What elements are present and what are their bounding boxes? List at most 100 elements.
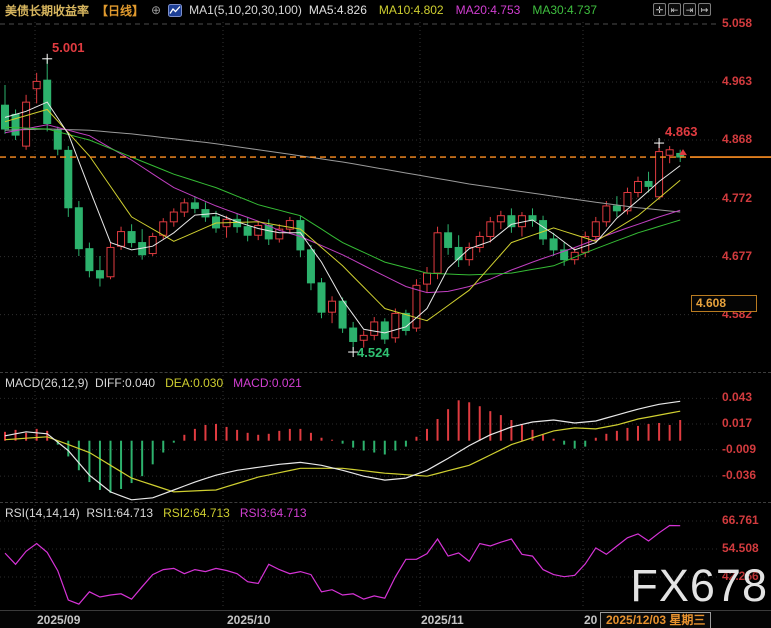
month-label: 20 [584, 613, 598, 627]
ma-settings-label[interactable]: MA1(5,10,20,30,100) [189, 3, 302, 17]
line-chart-icon[interactable] [168, 3, 183, 17]
candle-body [22, 101, 31, 147]
candle-body [359, 334, 368, 341]
macd-panel: MACD(26,12,9) DIFF:0.040 DEA:0.030 MACD:… [0, 372, 771, 502]
ma30-line [4, 126, 681, 276]
candle-body [212, 216, 220, 229]
candle-body [254, 224, 263, 236]
macd-name: MACD(26,12,9) [5, 376, 89, 390]
candle-body [549, 238, 558, 251]
candle-body [180, 202, 189, 213]
candle-body [85, 248, 94, 272]
main-y-tick: 4.772 [722, 190, 753, 205]
candle-body [507, 215, 516, 228]
rsi1-value: RSI1:64.713 [86, 506, 154, 520]
macd-y-tick: 0.017 [722, 415, 753, 430]
ma20-line [4, 124, 681, 294]
rsi-y-tick: 66.761 [722, 512, 759, 527]
candle-body [296, 220, 305, 251]
candle-body [74, 207, 83, 250]
candle-body [190, 202, 199, 209]
fit-right-axis-icon[interactable]: ⇥ [683, 3, 696, 16]
macd-y-tick: 0.043 [722, 390, 753, 405]
candle-body [53, 129, 62, 150]
candle-body [169, 211, 178, 223]
candle-body [328, 300, 337, 313]
candle-body [117, 231, 126, 247]
rsi-panel: RSI(14,14,14) RSI1:64.713 RSI2:64.713 RS… [0, 502, 771, 610]
highlighted-axis-price: 4.608 [691, 295, 757, 312]
rsi-name: RSI(14,14,14) [5, 506, 80, 520]
main-y-tick: 5.058 [722, 16, 753, 30]
macd-hist-value: MACD:0.021 [233, 376, 302, 390]
rsi2-value: RSI2:64.713 [163, 506, 230, 520]
diff-line [4, 400, 681, 501]
candle-body [591, 221, 600, 237]
candle-body [317, 282, 326, 313]
candle-body [496, 215, 505, 223]
candle-body [349, 327, 358, 342]
candle-body [665, 149, 674, 156]
ma-legend-item: MA10:4.802 [378, 3, 444, 17]
watermark: FX678 [630, 560, 768, 611]
rsi-line [4, 524, 681, 605]
macd-dea-value: DEA:0.030 [165, 376, 224, 390]
candle-body [655, 151, 664, 198]
macd-y-tick: -0.009 [722, 441, 757, 456]
main-y-tick: 4.868 [722, 132, 753, 146]
candle-body [634, 181, 642, 194]
chart-toolbar: ✛ ⇤ ⇥ ↦ [653, 3, 711, 16]
macd-y-tick: -0.036 [722, 468, 757, 483]
candle-body [444, 232, 453, 248]
main-y-tick: 4.677 [722, 248, 753, 263]
macd-diff-value: DIFF:0.040 [95, 376, 156, 390]
page-title: 美债长期收益率 [5, 3, 90, 18]
month-label: 2025/10 [227, 613, 271, 627]
candle-body [264, 224, 273, 240]
date-axis: 2025/09 2025/10 2025/11 20 2025/12/03 星期三 [0, 610, 771, 628]
main-price-panel: 5.058 4.963 4.868 4.772 4.677 4.582 5.001 4.5… [0, 16, 771, 372]
candle-body [612, 205, 621, 212]
candle-body [423, 272, 431, 285]
add-circle-icon[interactable]: ⊕ [151, 4, 161, 16]
period-label[interactable]: 【日线】 [96, 2, 144, 19]
candle-body [602, 205, 611, 223]
candle-body [106, 246, 115, 278]
period-low-label: 4.524 [357, 345, 390, 360]
current-date-badge: 2025/12/03 星期三 [600, 612, 712, 628]
ma10-line [4, 108, 681, 322]
main-y-tick: 4.963 [722, 74, 753, 88]
ma100-line [4, 128, 681, 213]
current-weekday: 星期三 [669, 613, 706, 627]
main-chart-canvas[interactable] [0, 20, 771, 372]
month-label: 2025/09 [37, 613, 81, 627]
candle-body [391, 312, 400, 339]
macd-chart-canvas[interactable] [0, 373, 771, 502]
candle-body [201, 209, 210, 218]
rsi-y-tick: 54.508 [722, 541, 759, 555]
candle-body [338, 300, 347, 329]
candle-body [412, 284, 421, 329]
ma-legend: MA5:4.826 MA10:4.802 MA20:4.753 MA30:4.737 [309, 3, 597, 17]
candle-body [127, 231, 136, 244]
ma-legend-item: MA5:4.826 [308, 3, 367, 17]
candle-body [32, 80, 41, 90]
candle-body [306, 249, 315, 284]
ma-legend-item: MA20:4.753 [455, 3, 521, 17]
candle-body [623, 192, 632, 212]
candle-body [644, 181, 653, 187]
pan-crosshair-icon[interactable]: ✛ [653, 3, 666, 16]
shift-right-icon[interactable]: ↦ [698, 3, 711, 16]
rsi-header: RSI(14,14,14) RSI1:64.713 RSI2:64.713 RS… [5, 506, 307, 520]
candle-body [243, 226, 252, 236]
candle-body [380, 321, 389, 340]
rsi3-value: RSI3:64.713 [239, 506, 307, 520]
candle-body [64, 149, 73, 209]
candle-body [539, 220, 548, 240]
fit-left-axis-icon[interactable]: ⇤ [668, 3, 681, 16]
month-label: 2025/11 [421, 613, 464, 627]
candle-body [95, 270, 104, 279]
period-high-label: 5.001 [52, 40, 85, 55]
recent-high-label: 4.863 [665, 124, 698, 139]
chart-app: 美债长期收益率 【日线】 ⊕ MA1(5,10,20,30,100) MA5:4… [0, 0, 771, 628]
